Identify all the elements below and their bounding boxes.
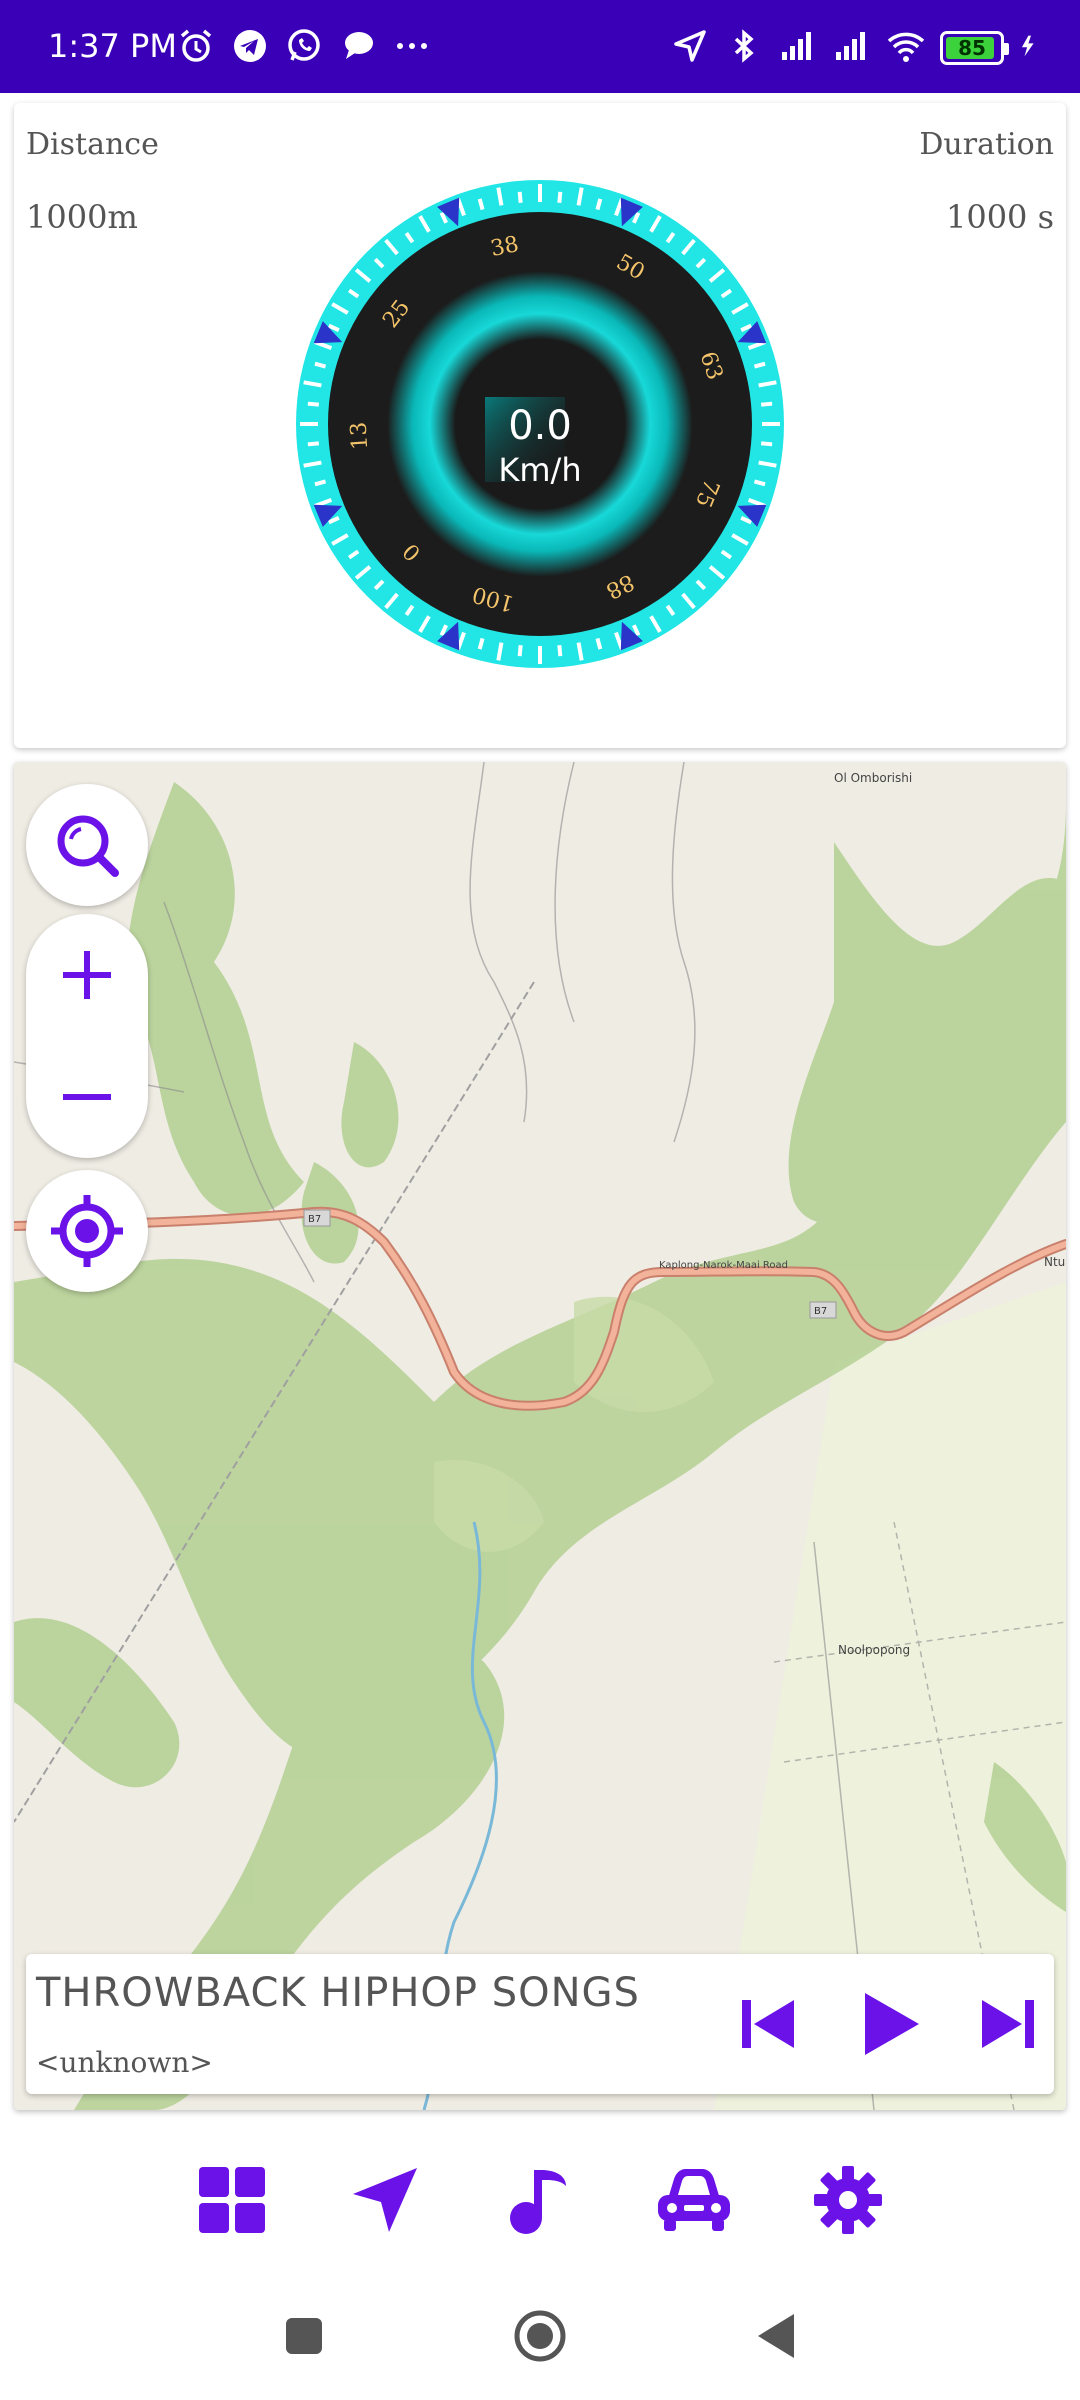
speed-panel: Distance 1000m Duration 1000 s 0 13 25 38 50… <box>14 103 1066 748</box>
skip-next-icon <box>982 2000 1034 2048</box>
battery-icon: 85 <box>940 31 1009 65</box>
zoom-out-icon <box>63 1094 111 1100</box>
gauge-tick <box>314 361 327 369</box>
song-title: THROWBACK HIPHOP SONGS <box>36 1970 640 2016</box>
telegram-icon <box>234 30 266 62</box>
navigation-icon <box>353 2168 417 2232</box>
status-right-icons: 85 <box>670 26 1044 66</box>
more-dots-icon <box>397 43 427 49</box>
nav-navigation[interactable] <box>345 2160 425 2240</box>
zoom-in-button[interactable] <box>26 914 148 1036</box>
music-note-icon <box>510 2170 566 2234</box>
map-view[interactable]: Ol Omborishi Kaplong-Narok-Maai Road Noo… <box>14 762 1066 2110</box>
gauge-tick <box>477 198 485 211</box>
play-icon <box>865 1993 919 2055</box>
speedometer-gauge: 013253850637588100 0.0 Km/h <box>296 180 784 668</box>
home-circle-icon <box>514 2310 566 2362</box>
nav-car[interactable] <box>654 2160 734 2240</box>
zoom-in-icon <box>63 951 111 999</box>
gauge-tick <box>760 401 773 407</box>
gauge-tick <box>760 441 773 447</box>
status-left-icons <box>176 26 432 66</box>
gauge-tick <box>595 198 603 211</box>
map-label-ol-omborishi: Ol Omborishi <box>834 771 912 785</box>
chat-bubble-icon <box>345 32 373 59</box>
battery-level: 85 <box>958 36 986 60</box>
nav-dashboard[interactable] <box>192 2160 272 2240</box>
gauge-tick <box>517 191 523 204</box>
map-label-noolpopong: Noolpopong <box>838 1643 910 1657</box>
status-bar: 1:37 PM 85 <box>0 0 1080 93</box>
map-zoom-control <box>26 914 148 1158</box>
previous-button[interactable] <box>726 1982 810 2066</box>
back-button[interactable] <box>746 2306 806 2366</box>
play-button[interactable] <box>848 1982 932 2066</box>
map-label-b7: B7 <box>814 1306 827 1317</box>
gauge-label: 13 <box>346 421 373 451</box>
song-artist: <unknown> <box>36 2046 213 2079</box>
search-icon <box>57 815 119 877</box>
gauge-tick <box>557 191 563 204</box>
map-label-road: Kaplong-Narok-Maai Road <box>659 1260 788 1271</box>
skip-previous-icon <box>742 2000 794 2048</box>
zoom-out-button[interactable] <box>26 1036 148 1158</box>
car-icon <box>658 2169 730 2231</box>
next-button[interactable] <box>966 1982 1050 2066</box>
music-player[interactable]: THROWBACK HIPHOP SONGS <unknown> <box>26 1954 1054 2094</box>
my-location-button[interactable] <box>26 1170 148 1292</box>
recents-button[interactable] <box>274 2306 334 2366</box>
whatsapp-icon <box>288 29 320 61</box>
nav-settings[interactable] <box>808 2160 888 2240</box>
gauge-tick <box>753 361 766 369</box>
gauge-tick <box>517 644 523 657</box>
recents-square-icon <box>286 2318 322 2354</box>
gauge-tick <box>595 637 603 650</box>
distance-value: 1000m <box>26 198 138 236</box>
map-label-b7: B7 <box>308 1214 321 1225</box>
duration-value: 1000 s <box>945 198 1054 236</box>
bottom-navigation <box>0 2130 1080 2270</box>
back-triangle-icon <box>758 2314 794 2358</box>
battery-nub <box>1004 43 1009 55</box>
gauge-tick <box>477 637 485 650</box>
gauge-tick <box>307 401 320 407</box>
dashboard-icon <box>199 2167 265 2233</box>
nav-music[interactable] <box>500 2160 580 2240</box>
speed-value: 0.0 <box>508 403 572 449</box>
charging-icon <box>1021 35 1034 57</box>
map-search-button[interactable] <box>26 784 148 906</box>
bluetooth-icon <box>734 29 754 63</box>
signal-icon <box>782 32 811 60</box>
duration-label: Duration <box>919 127 1054 162</box>
status-time: 1:37 PM <box>48 27 177 65</box>
system-navigation-bar <box>0 2280 1080 2400</box>
distance-label: Distance <box>26 127 159 162</box>
gauge-tick <box>314 479 327 487</box>
map-label-ntul: Ntul <box>1044 1255 1066 1269</box>
location-arrow-icon <box>674 30 706 62</box>
signal-icon <box>836 32 865 60</box>
alarm-icon <box>180 29 212 62</box>
wifi-icon <box>887 32 925 62</box>
map-canvas[interactable]: Ol Omborishi Kaplong-Narok-Maai Road Noo… <box>14 762 1066 2110</box>
gauge-tick <box>307 441 320 447</box>
speed-unit: Km/h <box>498 451 581 489</box>
gauge-label: 38 <box>489 232 521 262</box>
settings-icon <box>814 2166 882 2234</box>
gauge-tick <box>557 644 563 657</box>
my-location-icon <box>51 1195 123 1267</box>
gauge-tick <box>753 479 766 487</box>
home-button[interactable] <box>510 2306 570 2366</box>
